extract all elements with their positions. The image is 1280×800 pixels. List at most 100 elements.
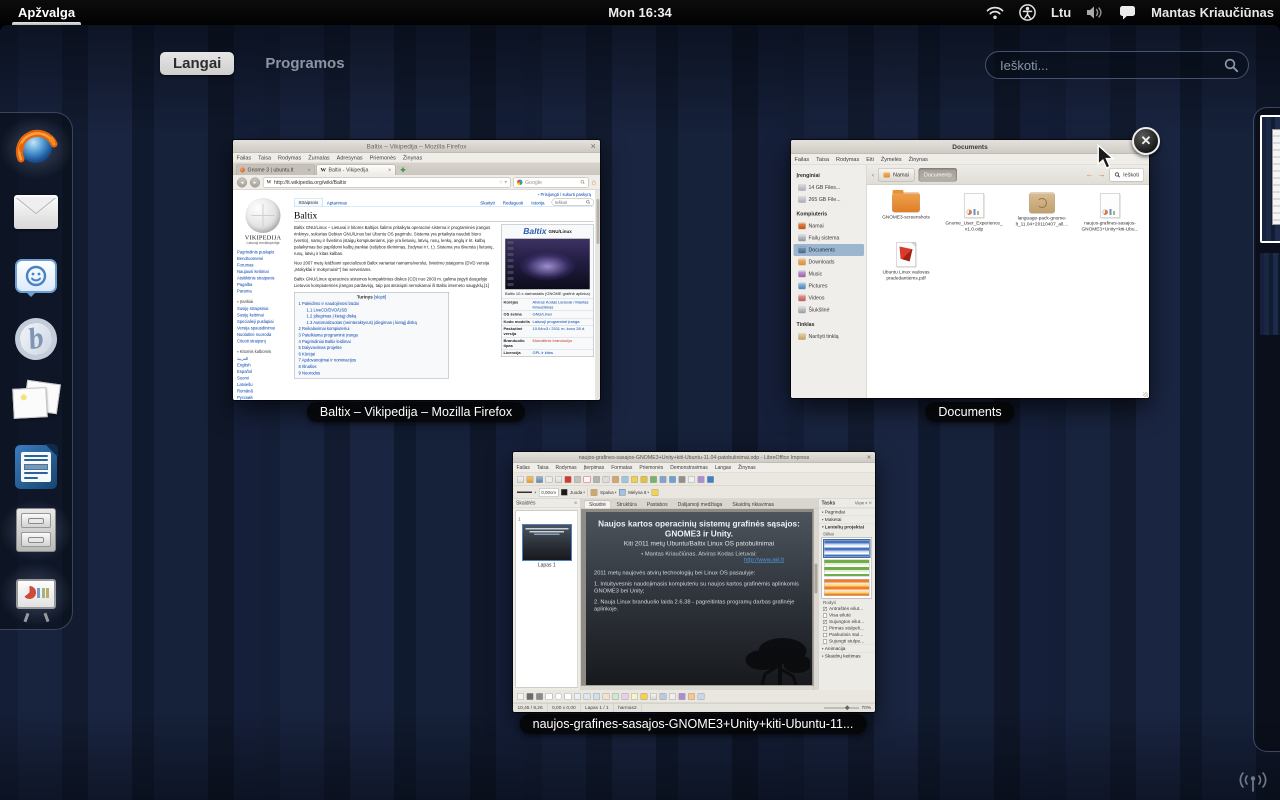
view-tab-handout[interactable]: Dalijamoji medžiaga [673, 501, 727, 509]
menu-item[interactable]: Demonstravimas [667, 465, 712, 471]
close-icon[interactable]: ✕ [591, 142, 596, 150]
toolbar-icon[interactable] [536, 476, 543, 483]
menu-item[interactable]: Rodymas [552, 465, 580, 471]
line-color-swatch[interactable] [561, 489, 568, 496]
fill-color-swatch[interactable] [619, 489, 626, 496]
menu-item[interactable]: Adresynas [333, 155, 366, 161]
wiki-tools-header[interactable]: Įrankiai [237, 299, 289, 306]
view-tab-slide[interactable]: Skaidrė [584, 501, 611, 509]
toc-link[interactable]: 9 Nuorodos [299, 370, 445, 376]
tasks-section-transition[interactable]: Skaidrių keitimas [819, 652, 876, 660]
line-width-field[interactable]: 0,00cm [539, 488, 559, 497]
toolbar-icon[interactable] [574, 693, 581, 700]
user-menu[interactable]: Mantas Kriaučiūnas [1151, 5, 1274, 20]
resize-grip[interactable] [1143, 392, 1148, 397]
wiki-link[interactable]: Parama [237, 288, 289, 295]
infobox-value[interactable]: 10.04rc3 / 2011 m. kovo 28 d. [533, 327, 592, 337]
window-preview-impress[interactable]: naujos-grafines-sasajos-GNOME3+Unity+kit… [513, 452, 875, 712]
menu-item[interactable]: Langas [711, 465, 734, 471]
tab-applications[interactable]: Programos [252, 52, 357, 75]
menu-item[interactable]: Žinynas [905, 156, 931, 162]
sidebar-item-music[interactable]: Music [794, 268, 865, 280]
toolbar-icon[interactable] [669, 476, 676, 483]
file-item-folder[interactable]: GNOME3-screenshots [872, 193, 940, 232]
toolbar-icon[interactable] [555, 693, 562, 700]
dash-item-empathy[interactable] [10, 252, 62, 300]
infobox-value[interactable]: GPL ir kitos [533, 351, 592, 356]
toolbar-icon[interactable] [698, 693, 705, 700]
toolbar-icon[interactable] [698, 476, 705, 483]
sidebar-item-documents[interactable]: Documents [794, 244, 865, 256]
wiki-search-input[interactable] [555, 200, 584, 205]
menu-item[interactable]: Įterpimas [580, 465, 608, 471]
window-close-button[interactable]: ✕ [1132, 127, 1160, 155]
menu-item[interactable]: Failas [233, 155, 255, 161]
infobox-value[interactable]: Atviras Kodas Lietuvai / Mantas Kriaučiū… [533, 300, 592, 310]
sidebar-item-filesystem[interactable]: Failų sistema [794, 232, 865, 244]
toolbar-icon[interactable] [679, 693, 686, 700]
wiki-languages-header[interactable]: Kitomis kalbomis [237, 349, 289, 356]
toolbar-icon[interactable] [669, 693, 676, 700]
dash-item-shotwell[interactable] [10, 379, 62, 427]
file-item-package[interactable]: language-pack-gnome-lt_11.04+20110407_al… [1008, 193, 1076, 232]
toolbar-icon[interactable] [622, 693, 629, 700]
scrollbar[interactable] [814, 509, 819, 690]
sidebar-item-trash[interactable]: Šiukšlinė [794, 304, 865, 316]
menu-item[interactable]: Taisa [533, 465, 552, 471]
forward-button[interactable]: ▸ [250, 177, 260, 187]
wifi-icon[interactable] [986, 6, 1004, 20]
menu-item[interactable]: Priemonės [636, 465, 667, 471]
menu-item[interactable]: Taisa [255, 155, 275, 161]
menu-item[interactable]: Failas [791, 156, 813, 162]
table-style-option[interactable] [824, 579, 870, 596]
browser-tab-active[interactable]: W Baltix - Vikipedija ✕ [317, 165, 396, 176]
line-color-dropdown[interactable]: Juoda [570, 490, 585, 495]
menu-item[interactable]: Priemonės [366, 155, 399, 161]
sidebar-item-drive[interactable]: 265 GB File... [794, 194, 865, 206]
toolbar-icon[interactable] [593, 693, 600, 700]
search-field[interactable] [985, 51, 1249, 79]
sidebar-item-videos[interactable]: Videos [794, 292, 865, 304]
volume-icon[interactable] [1086, 5, 1104, 20]
wiki-search-box[interactable] [552, 199, 595, 207]
toolbar-icon[interactable] [688, 476, 695, 483]
forward-arrow-icon[interactable]: → [1098, 170, 1106, 179]
sidebar-item-network[interactable]: Naršyti tinklą [794, 331, 865, 343]
toolbar-icon[interactable] [650, 476, 657, 483]
tasks-section-layouts[interactable]: Maketai [819, 516, 876, 524]
menu-item[interactable]: Žurnalas [305, 155, 333, 161]
fill-type-dropdown[interactable]: Spalva [600, 490, 617, 495]
tasks-view-menu[interactable]: View [855, 501, 872, 507]
view-tab-outline[interactable]: Struktūra [612, 501, 641, 509]
sidebar-item-downloads[interactable]: Downloads [794, 256, 865, 268]
scrollbar[interactable] [596, 190, 601, 400]
dash-item-ev olution[interactable] [10, 188, 62, 236]
files-search-button[interactable]: Ieškoti [1110, 168, 1144, 182]
close-icon[interactable]: ✕ [867, 454, 871, 460]
home-icon[interactable]: ⌂ [591, 179, 596, 187]
toc-hide-link[interactable]: [slėpti] [374, 295, 386, 300]
url-bar[interactable]: W http://lt.wikipedia.org/wiki/Baltix ☆ … [263, 177, 510, 187]
back-arrow-icon[interactable]: ← [1086, 170, 1094, 179]
toolbar-icon[interactable] [565, 476, 572, 483]
menu-item[interactable]: Rodymas [833, 156, 863, 162]
toolbar-icon[interactable] [603, 476, 610, 483]
dash-item-banshee[interactable]: b [10, 315, 62, 363]
wiki-tab-edit[interactable]: Redaguoti [499, 200, 528, 207]
toolbar-icon[interactable] [584, 476, 591, 483]
dash-item-writer[interactable] [10, 443, 62, 491]
toolbar-icon[interactable] [660, 476, 667, 483]
dash-item-files[interactable] [10, 507, 62, 555]
fill-color-dropdown[interactable]: Mėlyna 8 [628, 490, 649, 495]
tab-close-icon[interactable]: ✕ [307, 167, 311, 173]
toolbar-icon[interactable] [631, 476, 638, 483]
window-preview-documents[interactable]: Documents FailasTaisaRodymasEitiŽymelėsŽ… [791, 140, 1149, 398]
window-preview-firefox[interactable]: Baltix – Vikipedija – Mozilla Firefox ✕ … [233, 140, 600, 400]
toolbar-icon[interactable] [641, 476, 648, 483]
impress-titlebar[interactable]: naujos-grafines-sasajos-GNOME3+Unity+kit… [513, 452, 875, 463]
menu-item[interactable]: Žinynas [399, 155, 425, 161]
toolbar-icon[interactable] [527, 476, 534, 483]
accessibility-icon[interactable] [1019, 4, 1036, 21]
toolbar-icon[interactable] [612, 476, 619, 483]
toolbar-icon[interactable] [584, 693, 591, 700]
